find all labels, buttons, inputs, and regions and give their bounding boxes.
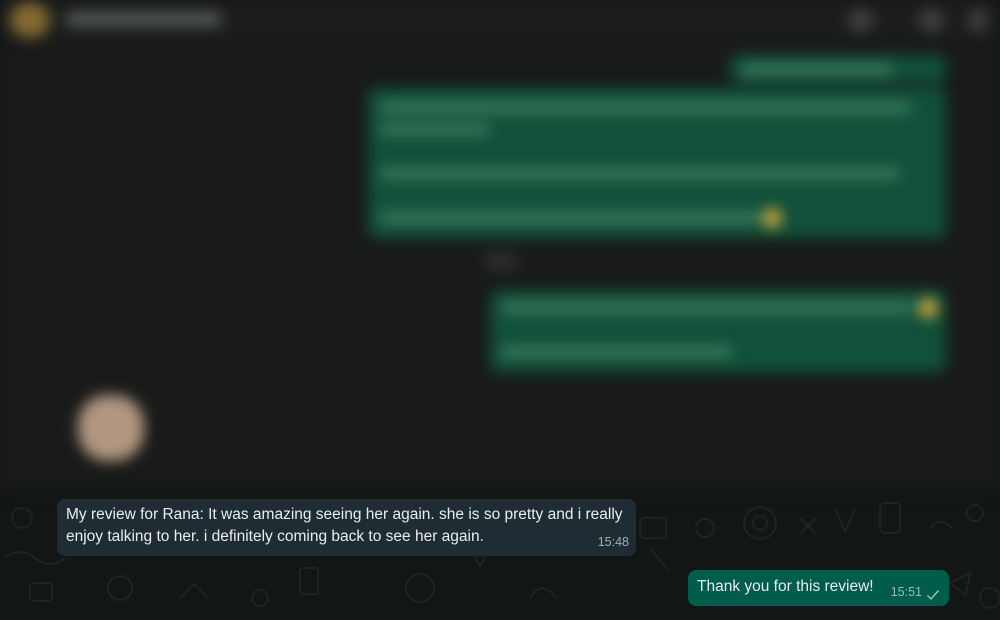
blurred-message [368, 88, 946, 238]
message-time: 15:48 [597, 535, 629, 549]
message-text: My review for Rana: It was amazing seein… [66, 506, 623, 545]
message-bubble-incoming[interactable]: My review for Rana: It was amazing seein… [57, 499, 636, 556]
blurred-message [490, 290, 946, 372]
blurred-sticker [78, 395, 144, 461]
message-time: 15:51 [890, 585, 922, 599]
blurred-message [730, 55, 946, 83]
menu-icon[interactable] [968, 8, 988, 32]
blurred-history [0, 0, 1000, 490]
contact-name[interactable] [66, 12, 221, 26]
chat-header [0, 0, 1000, 40]
search-icon[interactable] [918, 8, 944, 32]
avatar[interactable] [10, 2, 50, 38]
check-icon [927, 590, 940, 601]
blurred-date [484, 253, 518, 271]
message-bubble-outgoing[interactable]: Thank you for this review! 15:51 [688, 570, 949, 606]
video-call-icon[interactable] [848, 8, 874, 32]
